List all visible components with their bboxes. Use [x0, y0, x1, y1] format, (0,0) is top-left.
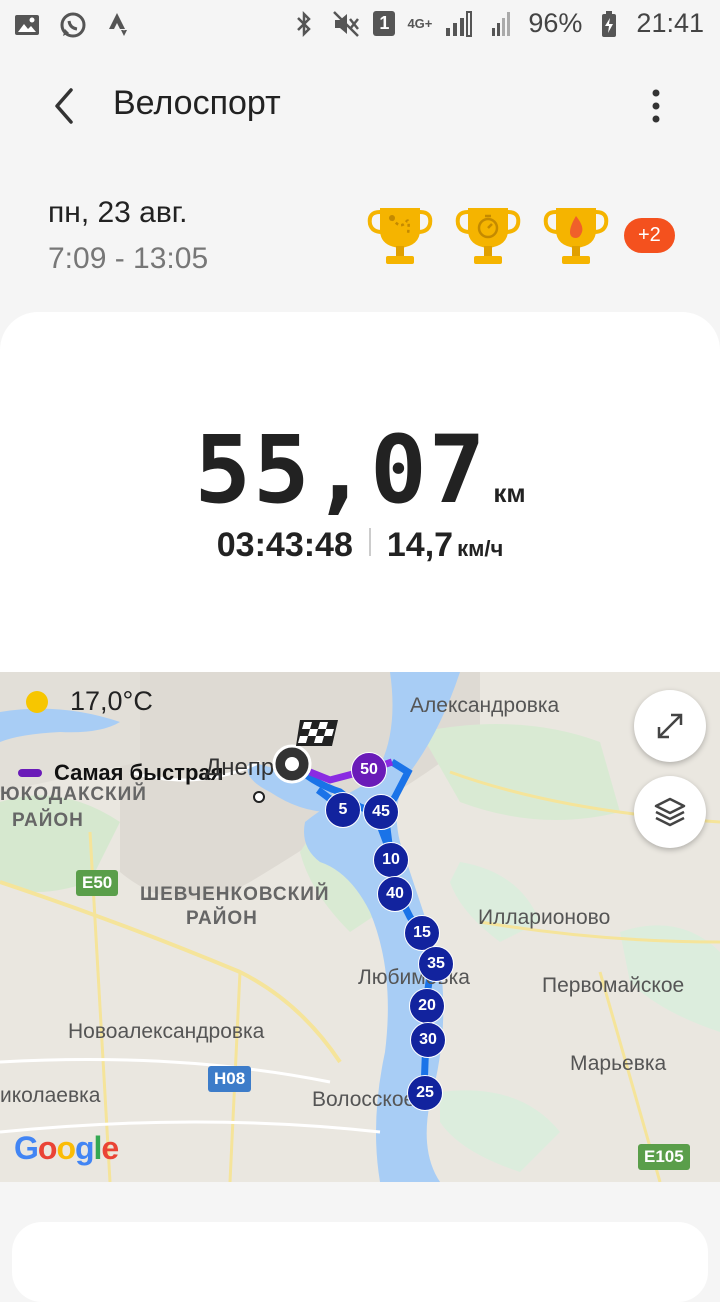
km-marker: 10 [373, 842, 409, 878]
km-marker: 30 [410, 1022, 446, 1058]
trophy-stopwatch-icon[interactable] [454, 200, 522, 270]
map-label-shevchenko-1: ШЕВЧЕНКОВСКИЙ [140, 884, 330, 905]
map-label-aleksandrovka: Александровка [410, 694, 560, 717]
stats-card: 55,07 км 03:43:48 14,7 км/ч [0, 312, 720, 684]
km-marker: 35 [418, 946, 454, 982]
expand-map-button[interactable] [634, 690, 706, 762]
map-label-voloske: Волосское [312, 1088, 416, 1111]
legend-label: Самая быстрая [54, 760, 224, 785]
achievements-more-badge[interactable]: +2 [624, 217, 675, 253]
km-marker: 25 [407, 1075, 443, 1111]
workout-date: пн, 23 авг. [48, 196, 188, 229]
temperature: 17,0°C [70, 686, 153, 716]
app-header: Велоспорт [0, 70, 720, 142]
battery-percent: 96% [528, 8, 583, 38]
map-label-shevchenko-2: РАЙОН [186, 908, 258, 929]
km-marker: 45 [363, 794, 399, 830]
route-map[interactable]: 17,0°C Самая быстрая Александровка Днепр… [0, 672, 720, 1182]
trophy-route-icon[interactable] [366, 200, 434, 270]
map-label-novoaleksandrovka: Новоалександровка [68, 1020, 265, 1043]
km-marker: 50 [351, 752, 387, 788]
secondary-stats: 03:43:48 14,7 км/ч [0, 526, 720, 565]
more-options-button[interactable] [632, 80, 680, 132]
finish-flag-icon [296, 720, 338, 746]
expand-icon [657, 713, 683, 739]
whatsapp-icon [58, 10, 88, 40]
km-marker: 40 [377, 876, 413, 912]
map-legend: Самая быстрая [18, 760, 223, 786]
clock: 21:41 [636, 8, 704, 38]
avg-speed-unit: км/ч [457, 536, 504, 561]
map-label-district-2: РАЙОН [12, 810, 84, 831]
map-label-nikolaevka: иколаевка [0, 1084, 101, 1107]
km-marker: 5 [325, 792, 361, 828]
achievements[interactable]: +2 [366, 200, 675, 270]
more-vertical-icon [652, 89, 660, 123]
strava-icon [104, 10, 134, 40]
map-layers-button[interactable] [634, 776, 706, 848]
map-label-pervomayskoe: Первомайское [542, 974, 685, 997]
map-label-dnipro: Днепр [205, 754, 275, 781]
network-label: 4G+ [407, 15, 433, 31]
map-label-district-1: ЮКОДАКСКИЙ [0, 784, 147, 805]
gallery-icon [12, 10, 42, 40]
sim-badge: 1 [373, 11, 396, 36]
layers-icon [654, 797, 686, 827]
weather-info: 17,0°C [24, 686, 153, 717]
workout-date-block: пн, 23 авг. 7:09 - 13:05 [48, 196, 208, 276]
avg-speed-value: 14,7 [386, 526, 454, 564]
map-label-illarionovo: Илларионово [478, 906, 611, 929]
sun-icon [26, 690, 48, 713]
map-label-maryevka: Марьевка [570, 1052, 667, 1075]
page-title: Велоспорт [113, 84, 281, 122]
legend-swatch [18, 769, 42, 777]
battery-charging-icon [594, 9, 624, 39]
status-bar: 1 4G+ 96% 21:41 [0, 0, 720, 52]
mute-icon [331, 9, 361, 39]
distance-value: 55,07 [194, 416, 488, 525]
bluetooth-icon [289, 9, 319, 39]
stats-divider [368, 528, 371, 556]
distance-block: 55,07 км [0, 416, 720, 525]
road-sign-e105: E105 [638, 1144, 690, 1170]
next-section-card [12, 1222, 708, 1302]
duration-value: 03:43:48 [216, 526, 353, 564]
km-marker: 20 [409, 988, 445, 1024]
back-arrow-icon [55, 88, 73, 124]
signal-icon [444, 9, 474, 39]
trophy-flame-icon[interactable] [542, 200, 610, 270]
workout-time-range: 7:09 - 13:05 [48, 242, 209, 275]
signal-2-icon [486, 9, 516, 39]
road-sign-e50: E50 [76, 870, 119, 896]
distance-unit: км [493, 478, 526, 508]
road-sign-h08: H08 [208, 1066, 252, 1092]
back-button[interactable] [40, 80, 88, 132]
location-dot-icon [253, 791, 265, 803]
google-logo: Google [14, 1130, 119, 1166]
